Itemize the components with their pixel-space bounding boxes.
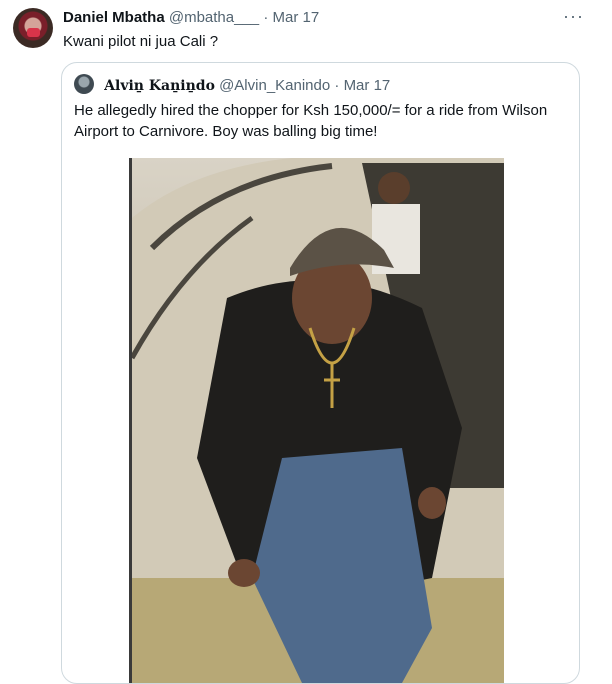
quoted-author-name: Alviṉ Kaṉiṉdo: [104, 78, 215, 94]
quoted-tweet[interactable]: Alviṉ Kaṉiṉdo @Alvin_Kanindo · Mar 17 He…: [61, 62, 580, 684]
author-handle[interactable]: @mbatha___: [169, 9, 259, 26]
tweet-header: Daniel Mbatha @mbatha___ · Mar 17: [63, 9, 319, 26]
quoted-header-separator: ·: [334, 77, 340, 94]
quoted-author-avatar: [74, 74, 94, 94]
author-avatar[interactable]: [13, 8, 53, 48]
quoted-tweet-date: Mar 17: [343, 77, 391, 94]
avatar-face-mask: [27, 28, 40, 37]
tweet-date[interactable]: Mar 17: [273, 9, 320, 26]
quoted-tweet-photo[interactable]: [129, 158, 504, 683]
tweet-text: Kwani pilot ni jua Cali ?: [63, 33, 219, 50]
header-separator: ·: [263, 9, 269, 26]
author-name[interactable]: Daniel Mbatha: [63, 9, 165, 26]
quoted-tweet-text: He allegedly hired the chopper for Ksh 1…: [74, 102, 548, 140]
tweet[interactable]: Daniel Mbatha @mbatha___ · Mar 17 ··· Kw…: [0, 0, 612, 684]
photo-illustration: [132, 158, 504, 683]
quoted-tweet-header: Alviṉ Kaṉiṉdo @Alvin_Kanindo · Mar 17: [74, 74, 390, 94]
quoted-author-handle: @Alvin_Kanindo: [219, 77, 331, 94]
more-options-icon[interactable]: ···: [563, 6, 584, 27]
